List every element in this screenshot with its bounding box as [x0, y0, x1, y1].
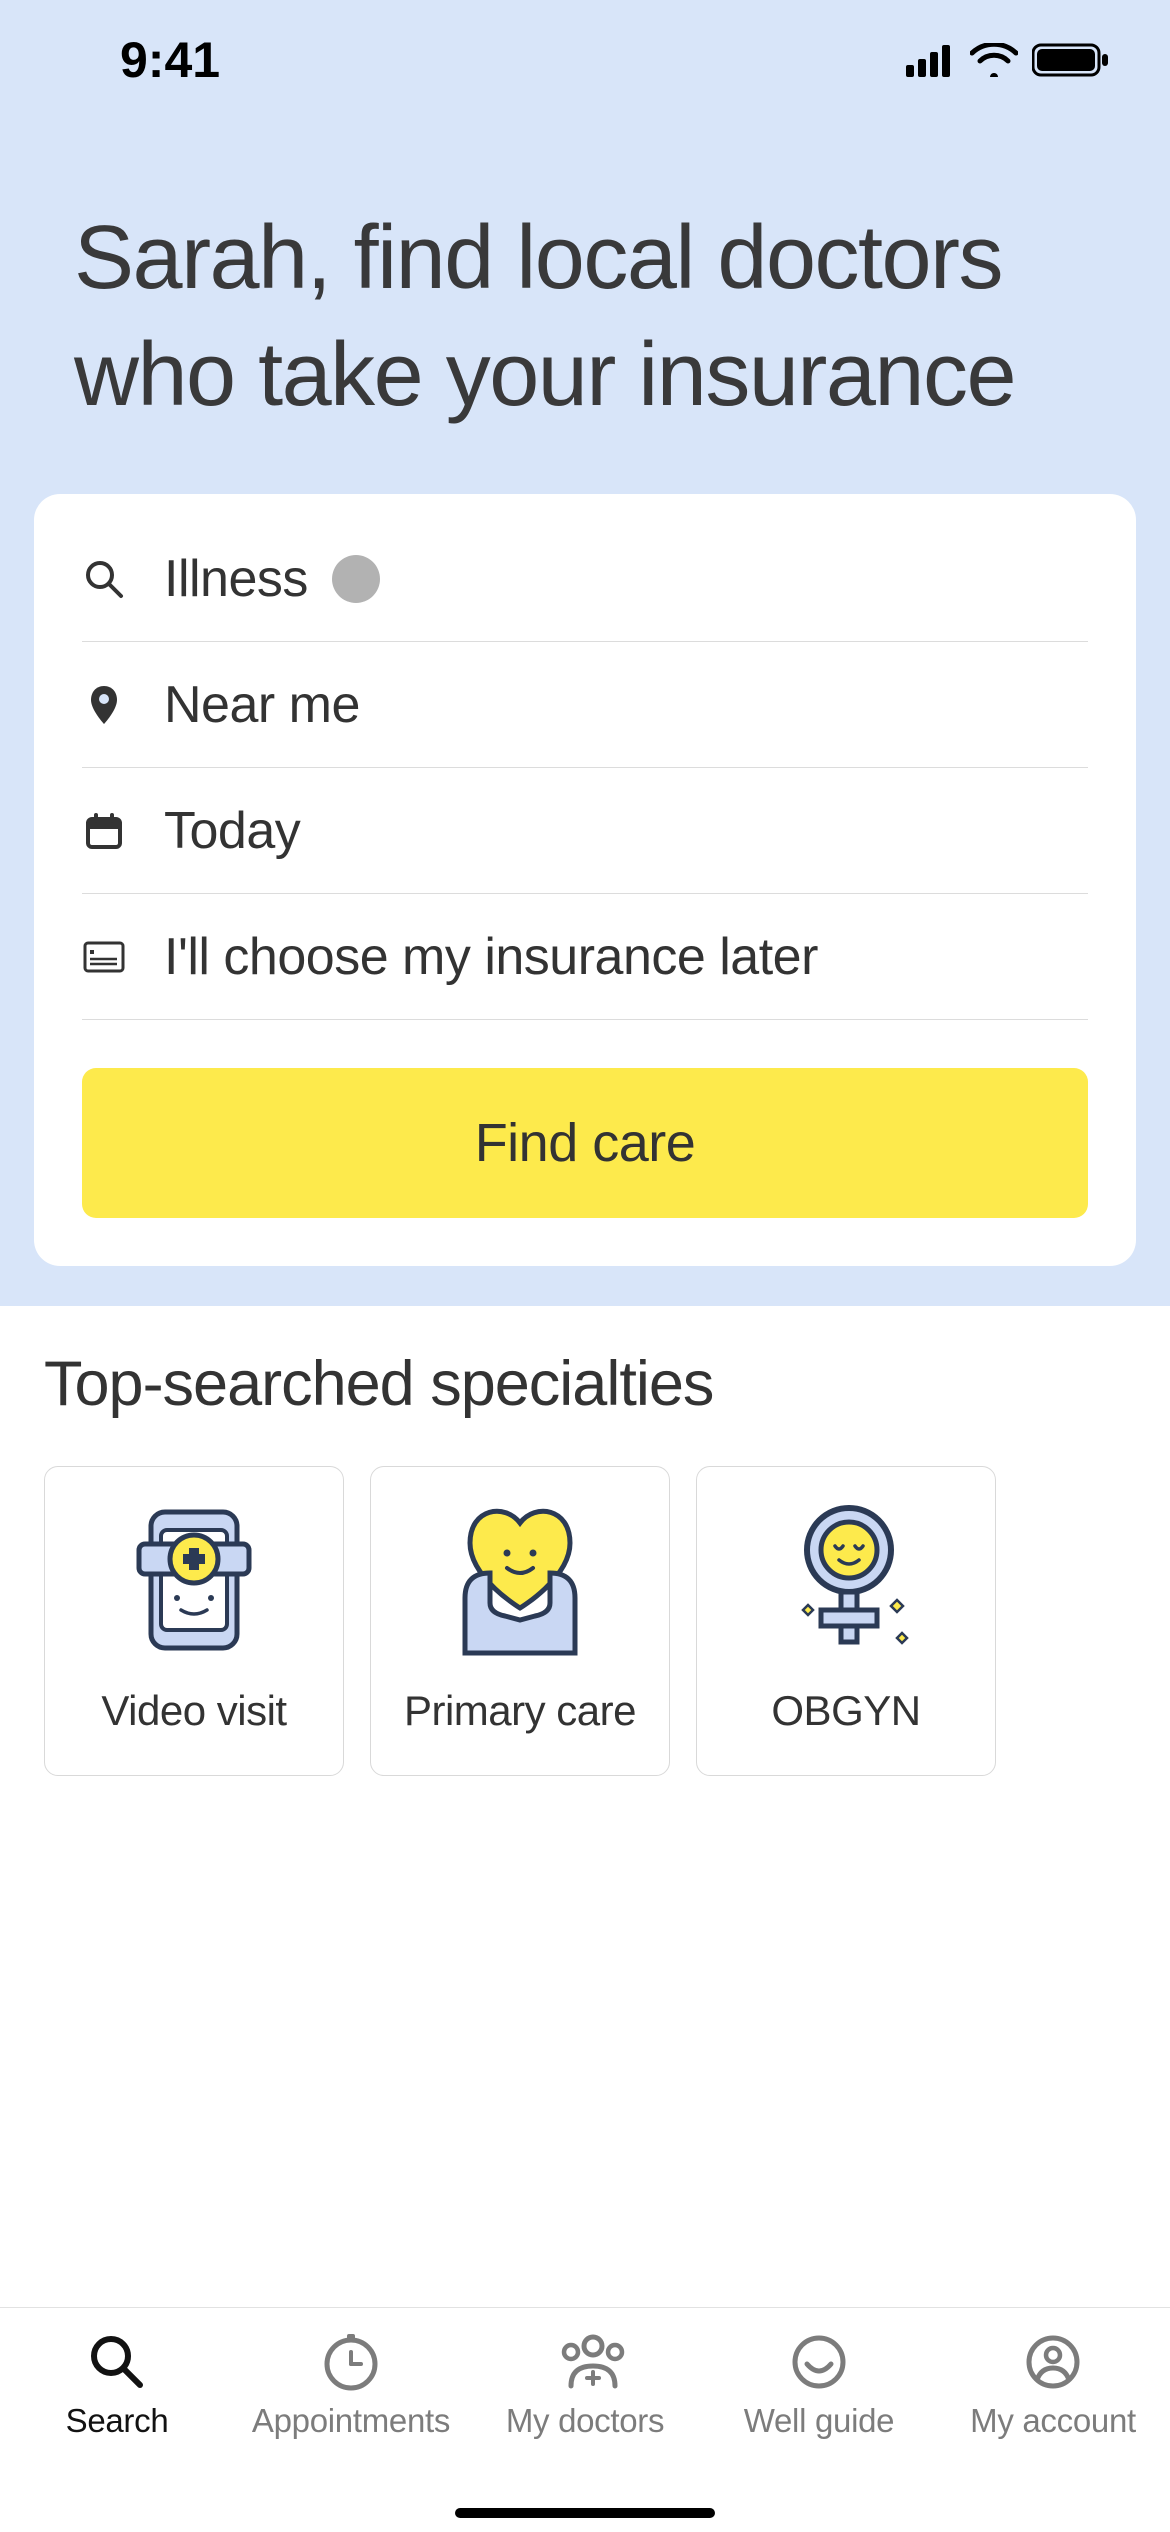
smile-icon [787, 2330, 851, 2394]
find-care-button[interactable]: Find care [82, 1068, 1088, 1218]
obgyn-icon [761, 1493, 931, 1663]
typing-indicator-dot [332, 555, 380, 603]
doctors-icon [553, 2330, 617, 2394]
location-value: Near me [164, 675, 360, 735]
tab-label: Search [66, 2402, 169, 2440]
tab-label: Well guide [744, 2402, 894, 2440]
status-time: 9:41 [60, 31, 220, 89]
search-icon [82, 557, 126, 601]
date-field[interactable]: Today [82, 768, 1088, 894]
specialty-card-primary-care[interactable]: Primary care [370, 1466, 670, 1776]
tab-label: Appointments [252, 2402, 450, 2440]
tab-label: My account [970, 2402, 1136, 2440]
condition-field[interactable]: Illness [82, 516, 1088, 642]
home-indicator[interactable] [455, 2508, 715, 2518]
calendar-icon [82, 809, 126, 853]
search-icon [85, 2330, 149, 2394]
tab-search[interactable]: Search [0, 2330, 234, 2532]
hero: Sarah, find local doctors who take your … [0, 120, 1170, 494]
tab-appointments[interactable]: Appointments [234, 2330, 468, 2532]
cellular-icon [906, 43, 956, 77]
insurance-card-icon [82, 935, 126, 979]
status-bar: 9:41 [0, 0, 1170, 120]
account-icon [1021, 2330, 1085, 2394]
specialty-label: OBGYN [771, 1687, 920, 1735]
tab-my-doctors[interactable]: My doctors [468, 2330, 702, 2532]
tab-label: My doctors [506, 2402, 664, 2440]
clock-icon [319, 2330, 383, 2394]
insurance-value: I'll choose my insurance later [164, 927, 818, 987]
location-pin-icon [82, 683, 126, 727]
specialty-card-video-visit[interactable]: Video visit [44, 1466, 344, 1776]
tab-bar: Search Appointments My doctors [0, 2307, 1170, 2532]
condition-value: Illness [164, 549, 380, 609]
specialties-row[interactable]: Video visit Primary care [44, 1466, 1126, 1776]
specialty-label: Primary care [404, 1687, 636, 1735]
primary-care-icon [435, 1493, 605, 1663]
tab-well-guide[interactable]: Well guide [702, 2330, 936, 2532]
location-field[interactable]: Near me [82, 642, 1088, 768]
insurance-field[interactable]: I'll choose my insurance later [82, 894, 1088, 1020]
specialty-label: Video visit [101, 1687, 286, 1735]
status-indicators [906, 42, 1110, 78]
search-card: Illness Near me Toda [34, 494, 1136, 1266]
hero-title: Sarah, find local doctors who take your … [74, 200, 1096, 434]
video-visit-icon [109, 1493, 279, 1663]
tab-my-account[interactable]: My account [936, 2330, 1170, 2532]
wifi-icon [970, 43, 1018, 77]
specialty-card-obgyn[interactable]: OBGYN [696, 1466, 996, 1776]
date-value: Today [164, 801, 300, 861]
specialties-section: Top-searched specialties Video visit [0, 1306, 1170, 1776]
specialties-heading: Top-searched specialties [44, 1348, 1126, 1420]
battery-icon [1032, 42, 1110, 78]
